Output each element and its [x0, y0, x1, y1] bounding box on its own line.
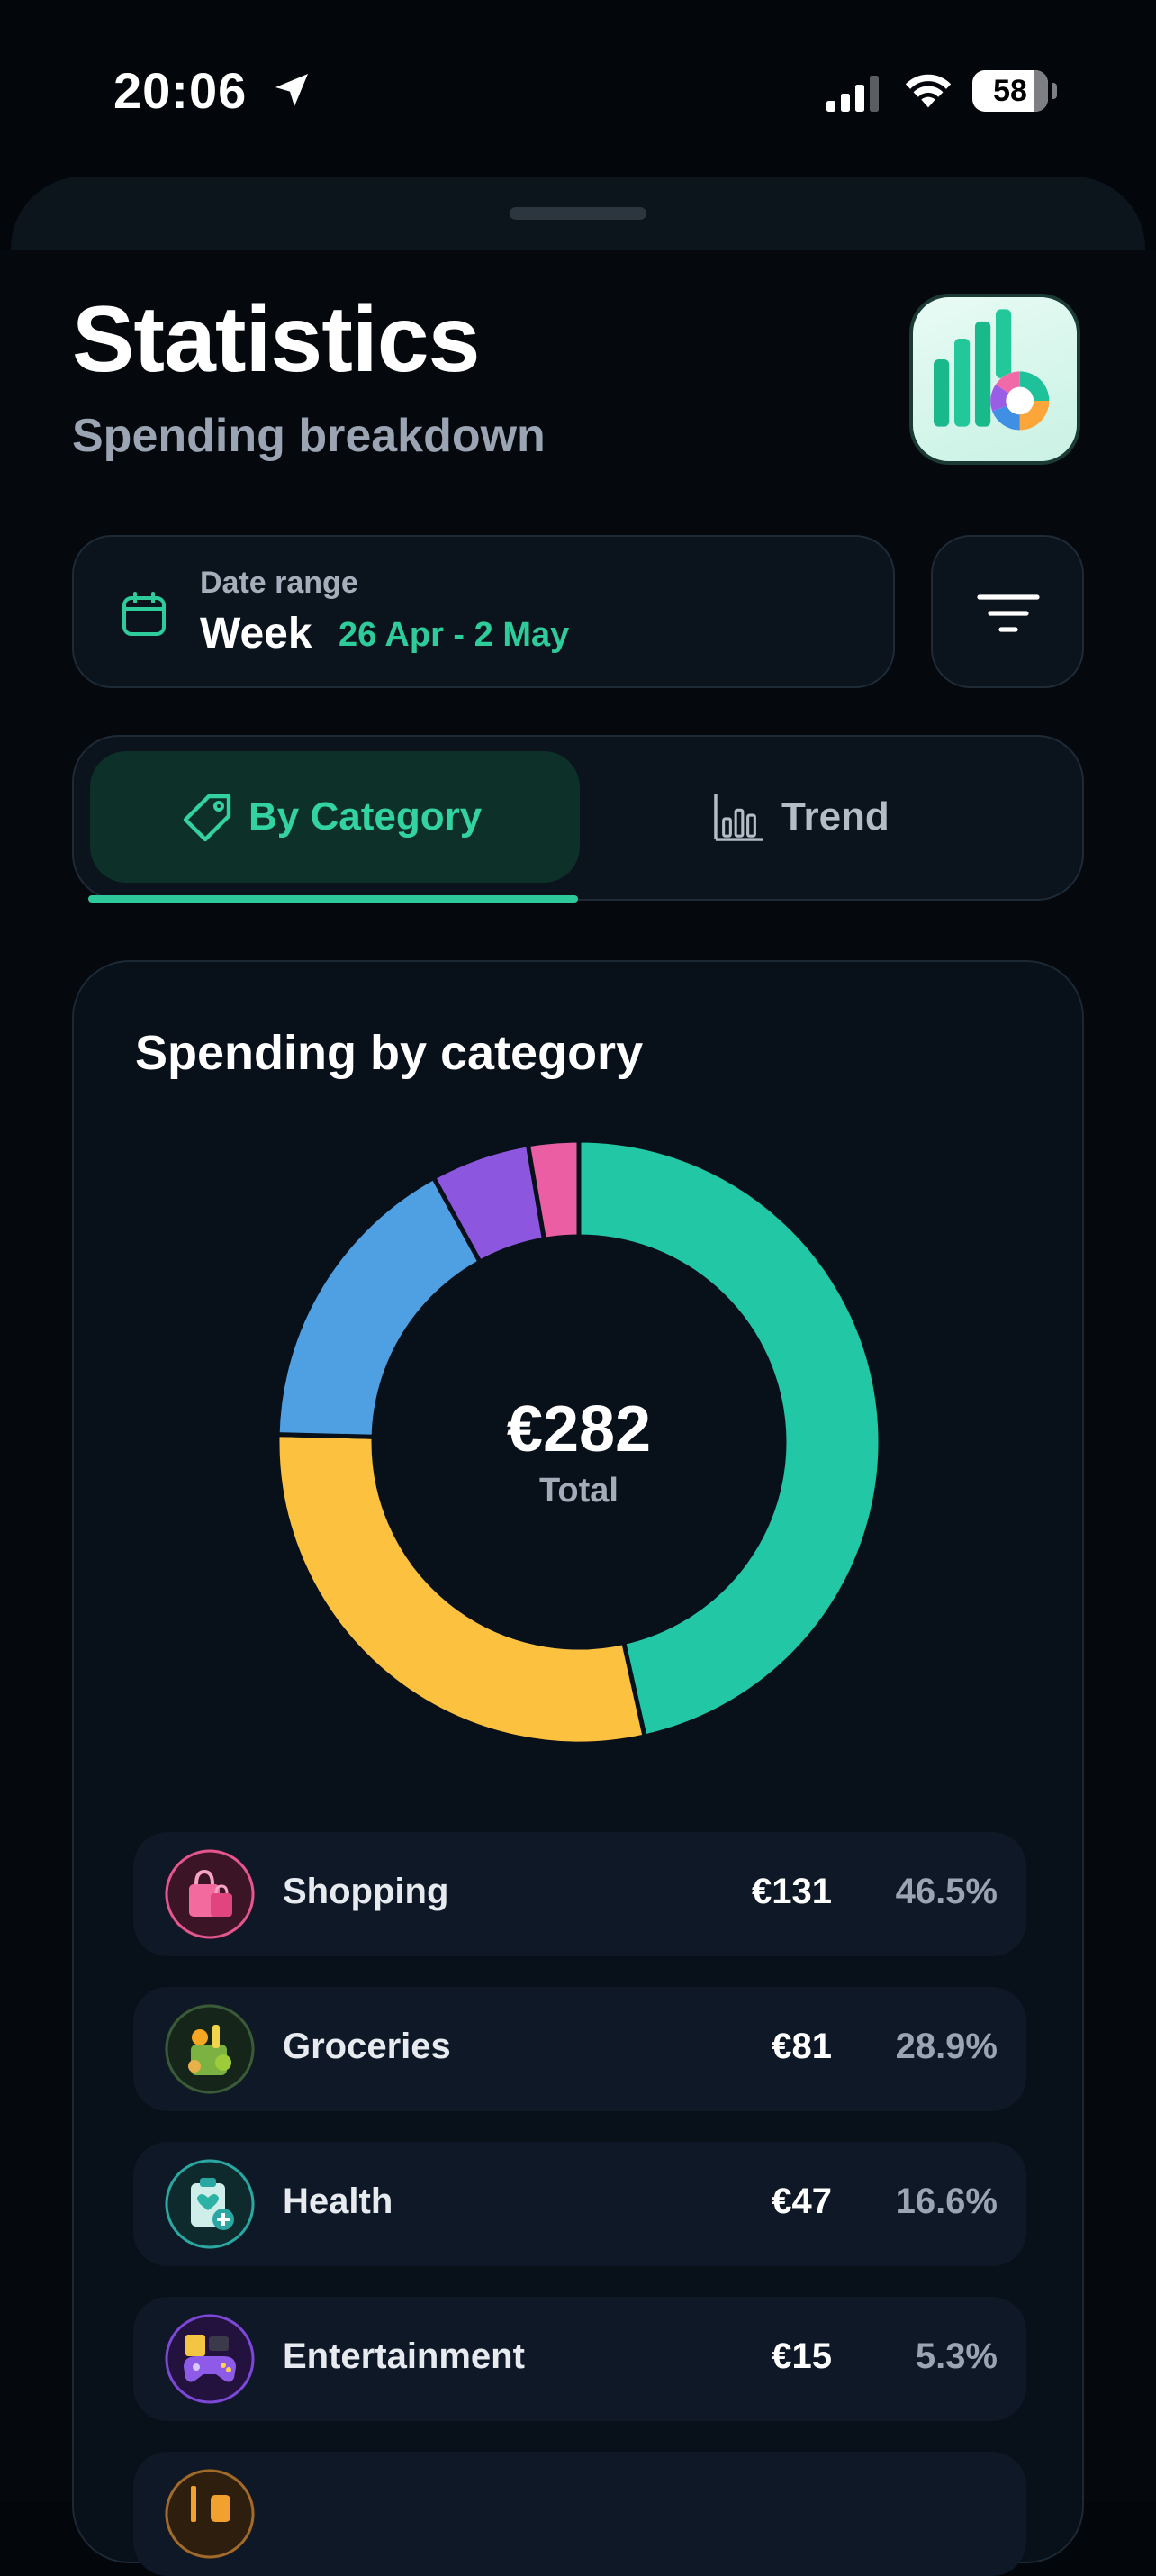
page-subtitle: Spending breakdown [72, 410, 546, 462]
status-bar: 20:06 58 [0, 0, 1156, 180]
sheet-drag-handle[interactable] [510, 207, 646, 220]
category-name: Shopping [283, 1872, 449, 1911]
category-row-partial[interactable] [133, 2452, 1026, 2576]
filter-icon [977, 594, 1040, 632]
view-tabs: By Category Trend [72, 735, 1084, 901]
category-percent: 28.9% [895, 2027, 998, 2066]
category-percent: 46.5% [895, 1872, 998, 1911]
chart-title: Spending by category [135, 1026, 644, 1080]
date-range-value: 26 Apr - 2 May [339, 616, 570, 654]
category-row-shopping[interactable]: Shopping €131 46.5% [133, 1832, 1026, 1956]
category-percent: 16.6% [895, 2181, 998, 2221]
donut-total-value: €282 [506, 1393, 652, 1465]
game-controller-icon [164, 2313, 256, 2405]
calendar-icon [122, 592, 166, 636]
grocery-bag-icon [164, 2003, 256, 2095]
spending-chart-card: Spending by category €282 Total Shopping… [72, 960, 1084, 2576]
tab-trend[interactable]: Trend [614, 751, 1064, 883]
date-range-period: Week [200, 610, 312, 658]
category-row-entertainment[interactable]: Entertainment €15 5.3% [133, 2297, 1026, 2421]
status-time: 20:06 [113, 62, 248, 119]
category-row-health[interactable]: Health €47 16.6% [133, 2142, 1026, 2266]
medical-kit-icon [164, 2158, 256, 2250]
tab-by-category[interactable]: By Category [90, 751, 580, 883]
cellular-signal-icon [826, 76, 879, 112]
date-range-label: Date range [200, 566, 358, 600]
category-name: Groceries [283, 2027, 451, 2066]
date-range-selector[interactable]: Date range Week 26 Apr - 2 May [72, 535, 895, 688]
food-drink-icon [164, 2468, 256, 2560]
category-amount: €47 [772, 2181, 832, 2221]
filter-button[interactable] [931, 535, 1084, 688]
bar-chart-icon [714, 794, 763, 841]
tab-by-category-label: By Category [248, 794, 483, 839]
statistics-app-icon [909, 294, 1080, 465]
donut-total-label: Total [539, 1472, 619, 1510]
category-name: Health [283, 2181, 393, 2221]
page-title: Statistics [72, 287, 480, 392]
category-percent: 5.3% [915, 2336, 998, 2376]
tag-icon [183, 794, 231, 842]
wifi-icon [905, 74, 952, 108]
category-amount: €81 [772, 2027, 832, 2066]
active-tab-indicator [88, 895, 578, 903]
category-amount: €131 [752, 1872, 832, 1911]
battery-level: 58 [993, 74, 1027, 108]
category-amount: €15 [772, 2336, 832, 2376]
shopping-bag-icon [164, 1848, 256, 1940]
category-row-groceries[interactable]: Groceries €81 28.9% [133, 1987, 1026, 2111]
tab-trend-label: Trend [781, 794, 890, 839]
battery-indicator: 58 [972, 70, 1059, 112]
location-arrow-icon [275, 74, 308, 106]
category-name: Entertainment [283, 2336, 525, 2376]
